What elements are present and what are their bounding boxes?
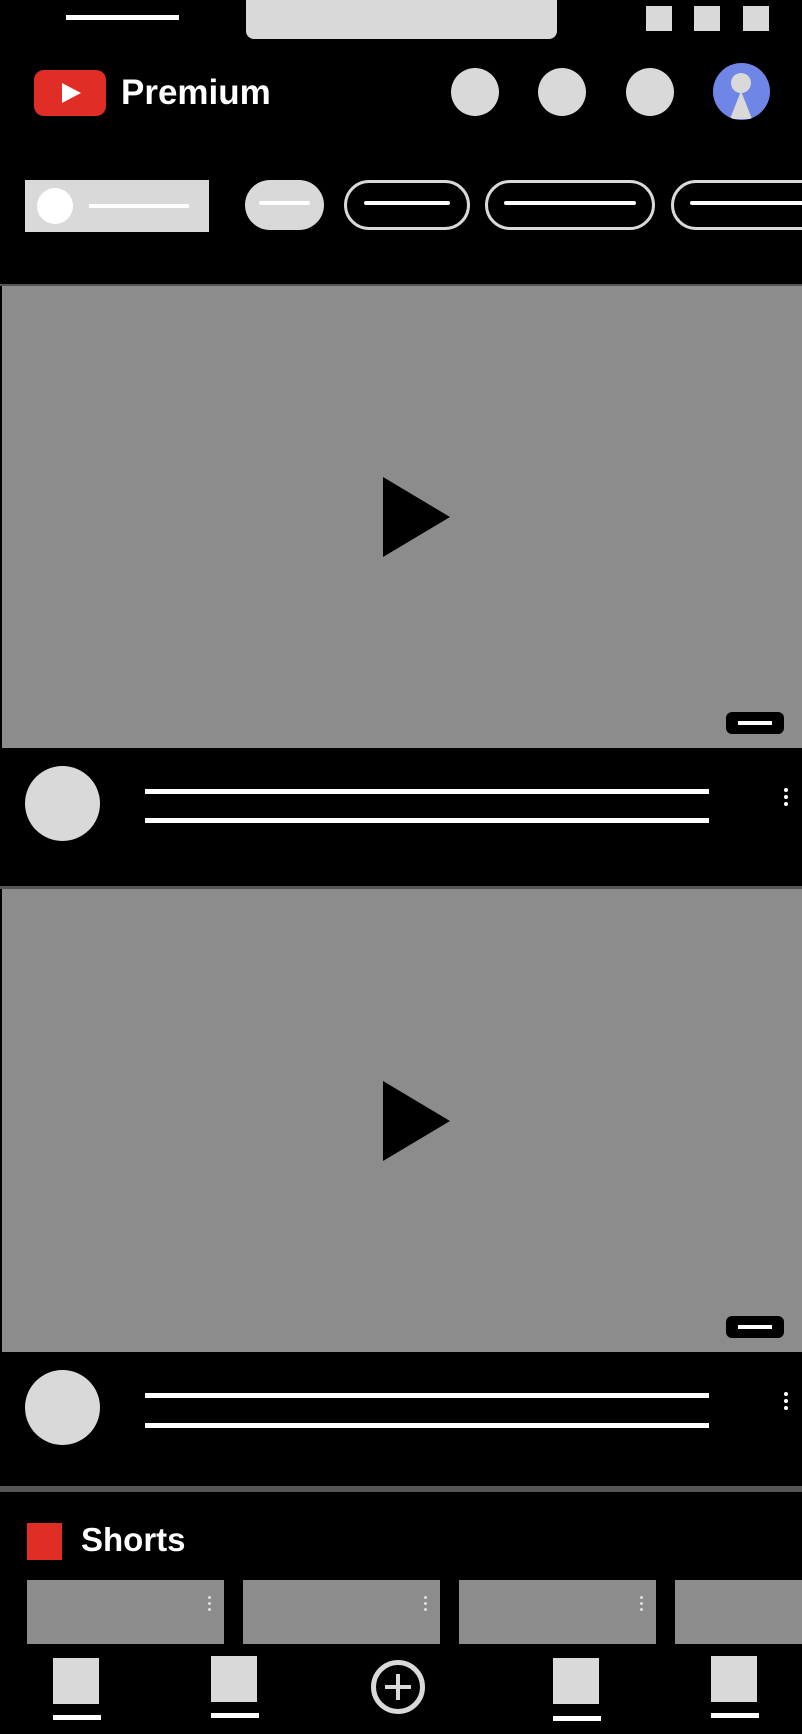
- brand-label: Premium: [121, 73, 271, 112]
- avatar[interactable]: [713, 63, 770, 120]
- filter-chip[interactable]: [344, 180, 470, 230]
- short-thumbnail[interactable]: [675, 1580, 802, 1644]
- youtube-logo-icon[interactable]: [34, 70, 106, 116]
- filter-chip[interactable]: [485, 180, 655, 230]
- subscriptions-label: [553, 1716, 601, 1721]
- more-options-icon[interactable]: [640, 1596, 646, 1614]
- wifi-icon: [694, 6, 720, 31]
- library-label: [711, 1713, 759, 1718]
- home-label: [53, 1715, 101, 1720]
- more-options-icon[interactable]: [424, 1596, 430, 1614]
- explore-chip[interactable]: [25, 180, 209, 232]
- more-options-icon[interactable]: [784, 788, 790, 809]
- notifications-icon[interactable]: [538, 68, 586, 116]
- duration-badge: [726, 712, 784, 734]
- channel-avatar[interactable]: [25, 1370, 100, 1445]
- short-thumbnail[interactable]: [459, 1580, 656, 1644]
- video-title-line[interactable]: [145, 1393, 709, 1398]
- duration-badge: [726, 1316, 784, 1338]
- shorts-label: [211, 1713, 259, 1718]
- battery-icon: [743, 6, 769, 31]
- video-thumbnail[interactable]: [2, 889, 802, 1352]
- subscriptions-icon[interactable]: [553, 1658, 599, 1704]
- video-meta-line: [145, 818, 709, 823]
- shorts-icon: [27, 1523, 62, 1560]
- channel-avatar[interactable]: [25, 766, 100, 841]
- create-icon[interactable]: [371, 1660, 425, 1714]
- status-bar-notch: [246, 0, 557, 39]
- short-thumbnail[interactable]: [27, 1580, 224, 1644]
- cast-icon[interactable]: [451, 68, 499, 116]
- video-thumbnail[interactable]: [2, 286, 802, 748]
- more-options-icon[interactable]: [208, 1596, 214, 1614]
- home-icon[interactable]: [53, 1658, 99, 1704]
- bottom-nav: [0, 1648, 802, 1734]
- filter-chip[interactable]: [671, 180, 802, 230]
- filter-chip-all[interactable]: [245, 180, 324, 230]
- signal-icon: [646, 6, 672, 31]
- play-icon: [383, 477, 450, 557]
- more-options-icon[interactable]: [784, 1392, 790, 1413]
- divider: [0, 1486, 802, 1492]
- library-icon[interactable]: [711, 1656, 757, 1702]
- short-thumbnail[interactable]: [243, 1580, 440, 1644]
- search-icon[interactable]: [626, 68, 674, 116]
- shorts-nav-icon[interactable]: [211, 1656, 257, 1702]
- video-meta-line: [145, 1423, 709, 1428]
- play-icon: [383, 1081, 450, 1161]
- shorts-section-title: Shorts: [81, 1521, 186, 1558]
- video-title-line[interactable]: [145, 789, 709, 794]
- status-bar-time: [66, 15, 179, 20]
